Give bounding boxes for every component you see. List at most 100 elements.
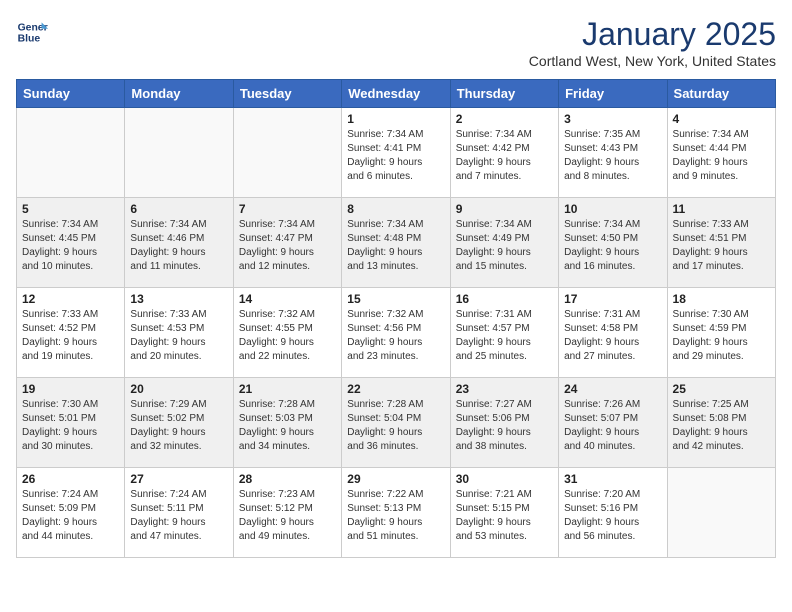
day-number: 14 xyxy=(239,292,336,306)
day-number: 21 xyxy=(239,382,336,396)
day-number: 5 xyxy=(22,202,119,216)
calendar-day-cell: 14 Sunrise: 7:32 AM Sunset: 4:55 PM Dayli… xyxy=(233,288,341,378)
day-info: Sunrise: 7:24 AM Sunset: 5:09 PM Dayligh… xyxy=(22,488,119,544)
day-number: 19 xyxy=(22,382,119,396)
calendar-day-cell: 29Sunrise: 7:22 AM Sunset: 5:13 PM Dayli… xyxy=(342,468,450,558)
day-number: 24 xyxy=(564,382,661,396)
calendar-day-cell: 5 Sunrise: 7:34 AM Sunset: 4:45 PM Daylig… xyxy=(17,198,125,288)
day-info: Sunrise: 7:35 AM Sunset: 4:43 PM Dayligh… xyxy=(564,128,661,184)
calendar-day-cell: 26 Sunrise: 7:24 AM Sunset: 5:09 PM Dayli… xyxy=(17,468,125,558)
day-info: Sunrise: 7:24 AM Sunset: 5:11 PM Dayligh… xyxy=(130,488,227,544)
calendar-day-cell: 8 Sunrise: 7:34 AM Sunset: 4:48 PM Daylig… xyxy=(342,198,450,288)
day-number: 7 xyxy=(239,202,336,216)
weekday-header-friday: Friday xyxy=(559,80,667,108)
day-info: Sunrise: 7:20 AM Sunset: 5:16 PM Dayligh… xyxy=(564,488,661,544)
day-number: 20 xyxy=(130,382,227,396)
calendar-day-cell: 17Sunrise: 7:31 AM Sunset: 4:58 PM Dayli… xyxy=(559,288,667,378)
day-number: 2 xyxy=(456,112,553,126)
calendar-day-cell xyxy=(125,108,233,198)
day-number: 9 xyxy=(456,202,553,216)
logo: General Blue xyxy=(16,16,48,48)
day-info: Sunrise: 7:23 AM Sunset: 5:12 PM Dayligh… xyxy=(239,488,336,544)
calendar-day-cell: 24Sunrise: 7:26 AM Sunset: 5:07 PM Dayli… xyxy=(559,378,667,468)
calendar-week-row: 12 Sunrise: 7:33 AM Sunset: 4:52 PM Dayli… xyxy=(17,288,776,378)
day-info: Sunrise: 7:34 AM Sunset: 4:41 PM Dayligh… xyxy=(347,128,444,184)
day-info: Sunrise: 7:34 AM Sunset: 4:49 PM Dayligh… xyxy=(456,218,553,274)
calendar-day-cell: 21 Sunrise: 7:28 AM Sunset: 5:03 PM Dayli… xyxy=(233,378,341,468)
day-number: 11 xyxy=(673,202,770,216)
day-info: Sunrise: 7:32 AM Sunset: 4:56 PM Dayligh… xyxy=(347,308,444,364)
day-info: Sunrise: 7:31 AM Sunset: 4:57 PM Dayligh… xyxy=(456,308,553,364)
day-info: Sunrise: 7:28 AM Sunset: 5:03 PM Dayligh… xyxy=(239,398,336,454)
day-info: Sunrise: 7:34 AM Sunset: 4:42 PM Dayligh… xyxy=(456,128,553,184)
calendar-day-cell: 16 Sunrise: 7:31 AM Sunset: 4:57 PM Dayli… xyxy=(450,288,558,378)
calendar-day-cell: 7 Sunrise: 7:34 AM Sunset: 4:47 PM Daylig… xyxy=(233,198,341,288)
calendar-day-cell xyxy=(233,108,341,198)
calendar-day-cell: 4 Sunrise: 7:34 AM Sunset: 4:44 PM Daylig… xyxy=(667,108,775,198)
calendar-day-cell: 19 Sunrise: 7:30 AM Sunset: 5:01 PM Dayli… xyxy=(17,378,125,468)
calendar-day-cell: 1 Sunrise: 7:34 AM Sunset: 4:41 PM Daylig… xyxy=(342,108,450,198)
calendar-day-cell: 23 Sunrise: 7:27 AM Sunset: 5:06 PM Dayli… xyxy=(450,378,558,468)
day-number: 3 xyxy=(564,112,661,126)
weekday-header-sunday: Sunday xyxy=(17,80,125,108)
day-number: 26 xyxy=(22,472,119,486)
calendar-day-cell: 30 Sunrise: 7:21 AM Sunset: 5:15 PM Dayli… xyxy=(450,468,558,558)
day-info: Sunrise: 7:32 AM Sunset: 4:55 PM Dayligh… xyxy=(239,308,336,364)
day-info: Sunrise: 7:34 AM Sunset: 4:48 PM Dayligh… xyxy=(347,218,444,274)
calendar-day-cell: 11Sunrise: 7:33 AM Sunset: 4:51 PM Dayli… xyxy=(667,198,775,288)
calendar-day-cell: 27 Sunrise: 7:24 AM Sunset: 5:11 PM Dayli… xyxy=(125,468,233,558)
weekday-header-saturday: Saturday xyxy=(667,80,775,108)
calendar-day-cell: 9 Sunrise: 7:34 AM Sunset: 4:49 PM Daylig… xyxy=(450,198,558,288)
day-info: Sunrise: 7:33 AM Sunset: 4:53 PM Dayligh… xyxy=(130,308,227,364)
day-info: Sunrise: 7:34 AM Sunset: 4:44 PM Dayligh… xyxy=(673,128,770,184)
day-number: 4 xyxy=(673,112,770,126)
day-number: 13 xyxy=(130,292,227,306)
calendar-day-cell: 13 Sunrise: 7:33 AM Sunset: 4:53 PM Dayli… xyxy=(125,288,233,378)
day-info: Sunrise: 7:34 AM Sunset: 4:47 PM Dayligh… xyxy=(239,218,336,274)
calendar-day-cell: 28 Sunrise: 7:23 AM Sunset: 5:12 PM Dayli… xyxy=(233,468,341,558)
logo-icon: General Blue xyxy=(16,16,48,48)
weekday-header-thursday: Thursday xyxy=(450,80,558,108)
calendar-table: SundayMondayTuesdayWednesdayThursdayFrid… xyxy=(16,79,776,558)
calendar-day-cell: 18 Sunrise: 7:30 AM Sunset: 4:59 PM Dayli… xyxy=(667,288,775,378)
day-info: Sunrise: 7:25 AM Sunset: 5:08 PM Dayligh… xyxy=(673,398,770,454)
weekday-header-tuesday: Tuesday xyxy=(233,80,341,108)
day-number: 15 xyxy=(347,292,444,306)
day-info: Sunrise: 7:34 AM Sunset: 4:45 PM Dayligh… xyxy=(22,218,119,274)
day-number: 28 xyxy=(239,472,336,486)
calendar-day-cell: 31 Sunrise: 7:20 AM Sunset: 5:16 PM Dayli… xyxy=(559,468,667,558)
calendar-day-cell: 22Sunrise: 7:28 AM Sunset: 5:04 PM Dayli… xyxy=(342,378,450,468)
day-number: 16 xyxy=(456,292,553,306)
day-info: Sunrise: 7:33 AM Sunset: 4:52 PM Dayligh… xyxy=(22,308,119,364)
day-number: 6 xyxy=(130,202,227,216)
day-number: 27 xyxy=(130,472,227,486)
calendar-day-cell: 20 Sunrise: 7:29 AM Sunset: 5:02 PM Dayli… xyxy=(125,378,233,468)
day-info: Sunrise: 7:30 AM Sunset: 4:59 PM Dayligh… xyxy=(673,308,770,364)
calendar-header-row: SundayMondayTuesdayWednesdayThursdayFrid… xyxy=(17,80,776,108)
day-number: 17 xyxy=(564,292,661,306)
day-number: 23 xyxy=(456,382,553,396)
calendar-week-row: 5 Sunrise: 7:34 AM Sunset: 4:45 PM Daylig… xyxy=(17,198,776,288)
day-number: 1 xyxy=(347,112,444,126)
day-info: Sunrise: 7:28 AM Sunset: 5:04 PM Dayligh… xyxy=(347,398,444,454)
day-number: 31 xyxy=(564,472,661,486)
day-number: 8 xyxy=(347,202,444,216)
calendar-week-row: 1 Sunrise: 7:34 AM Sunset: 4:41 PM Daylig… xyxy=(17,108,776,198)
calendar-week-row: 26 Sunrise: 7:24 AM Sunset: 5:09 PM Dayli… xyxy=(17,468,776,558)
day-info: Sunrise: 7:29 AM Sunset: 5:02 PM Dayligh… xyxy=(130,398,227,454)
calendar-day-cell: 25 Sunrise: 7:25 AM Sunset: 5:08 PM Dayli… xyxy=(667,378,775,468)
day-info: Sunrise: 7:34 AM Sunset: 4:50 PM Dayligh… xyxy=(564,218,661,274)
calendar-day-cell xyxy=(17,108,125,198)
calendar-day-cell: 12 Sunrise: 7:33 AM Sunset: 4:52 PM Dayli… xyxy=(17,288,125,378)
svg-text:Blue: Blue xyxy=(18,34,41,45)
day-number: 12 xyxy=(22,292,119,306)
calendar-day-cell xyxy=(667,468,775,558)
day-number: 18 xyxy=(673,292,770,306)
title-area: January 2025 Cortland West, New York, Un… xyxy=(529,16,776,69)
day-number: 30 xyxy=(456,472,553,486)
day-info: Sunrise: 7:27 AM Sunset: 5:06 PM Dayligh… xyxy=(456,398,553,454)
day-info: Sunrise: 7:30 AM Sunset: 5:01 PM Dayligh… xyxy=(22,398,119,454)
day-info: Sunrise: 7:21 AM Sunset: 5:15 PM Dayligh… xyxy=(456,488,553,544)
day-number: 25 xyxy=(673,382,770,396)
day-number: 29 xyxy=(347,472,444,486)
